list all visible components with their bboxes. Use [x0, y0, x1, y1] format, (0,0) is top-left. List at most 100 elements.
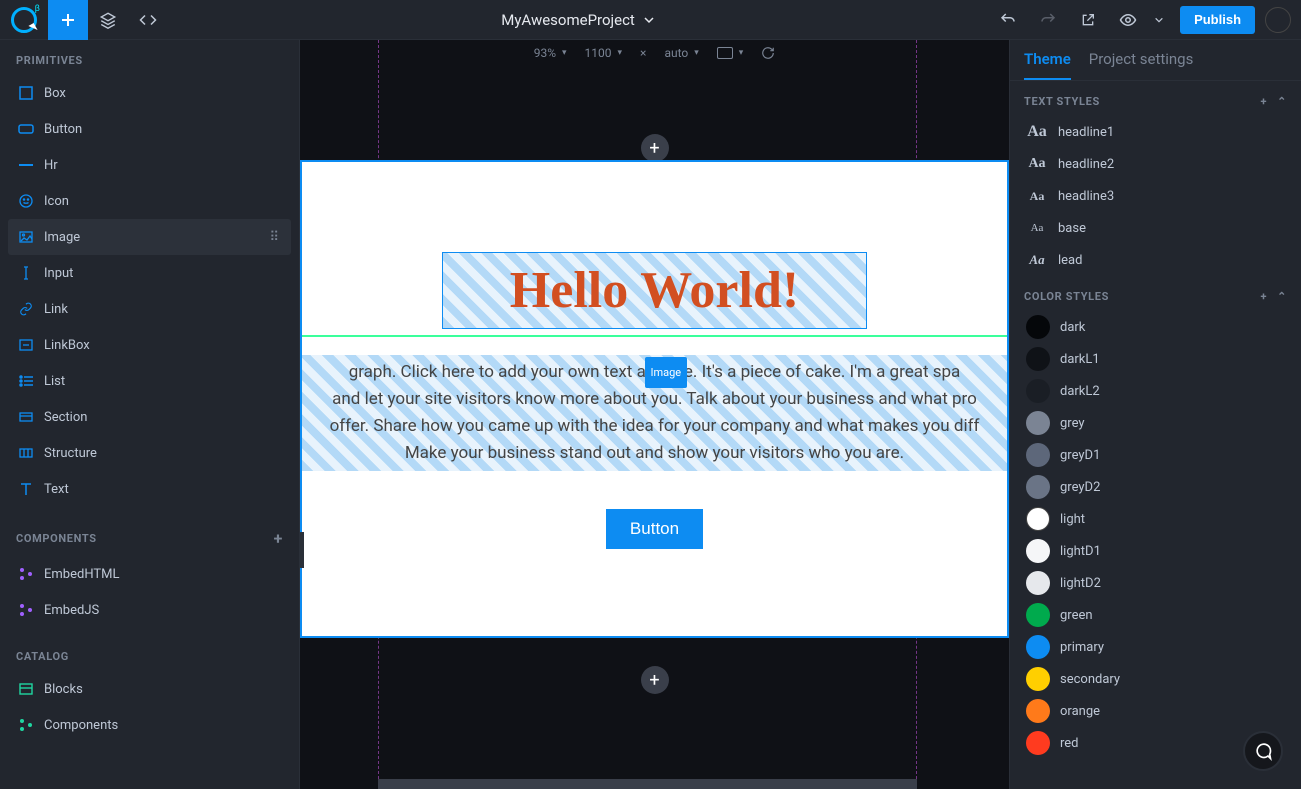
- color-style-darkL2[interactable]: darkL2: [1018, 375, 1293, 407]
- tab-theme[interactable]: Theme: [1024, 50, 1071, 80]
- image-icon: [18, 231, 34, 243]
- component-embedjs[interactable]: EmbedJS: [8, 592, 291, 628]
- publish-button[interactable]: Publish: [1180, 6, 1255, 34]
- paragraph-block[interactable]: Image graph. Click here to add your own …: [302, 355, 1007, 471]
- color-swatch: [1026, 347, 1050, 371]
- redo-button[interactable]: [1028, 0, 1068, 40]
- add-button[interactable]: [48, 0, 88, 40]
- add-text-style-button[interactable]: +: [1260, 95, 1267, 108]
- headline-block[interactable]: Hello World!: [442, 252, 867, 329]
- collapse-color-styles[interactable]: ⌃: [1277, 290, 1287, 303]
- height-control[interactable]: auto▾: [664, 46, 698, 60]
- primitive-label: Button: [44, 122, 82, 137]
- text-style-headline2[interactable]: Aaheadline2: [1018, 148, 1293, 180]
- open-external-button[interactable]: [1068, 0, 1108, 40]
- preview-dropdown[interactable]: [1148, 0, 1170, 40]
- eye-icon: [1119, 11, 1137, 29]
- logo[interactable]: β: [0, 0, 48, 40]
- catalog-label: Components: [44, 718, 118, 733]
- aa-icon: Aa: [1026, 189, 1048, 204]
- width-control[interactable]: 1100▾: [585, 46, 623, 60]
- primitive-hr[interactable]: Hr: [8, 147, 291, 183]
- color-swatch: [1026, 635, 1050, 659]
- zoom-control[interactable]: 93%▾: [534, 46, 567, 60]
- primitive-text[interactable]: Text: [8, 471, 291, 507]
- primitive-label: Structure: [44, 446, 97, 461]
- box-icon: [18, 86, 34, 100]
- text-styles-list: Aaheadline1 Aaheadline2 Aaheadline3 Aaba…: [1010, 116, 1301, 276]
- color-style-green[interactable]: green: [1018, 599, 1293, 631]
- collapse-text-styles[interactable]: ⌃: [1277, 95, 1287, 108]
- component-embedhtml[interactable]: EmbedHTML: [8, 556, 291, 592]
- color-style-secondary[interactable]: secondary: [1018, 663, 1293, 695]
- code-button[interactable]: [128, 0, 168, 40]
- text-style-label: base: [1058, 221, 1086, 236]
- canvas[interactable]: 93%▾ 1100▾ × auto▾ ▾ + ‹ Hello World! Im…: [300, 40, 1009, 789]
- add-section-bottom[interactable]: +: [641, 666, 669, 694]
- tab-project-settings[interactable]: Project settings: [1089, 50, 1194, 80]
- undo-button[interactable]: [988, 0, 1028, 40]
- chevron-down-icon: [1154, 15, 1164, 25]
- topbar: β MyAwesomeProject Publish: [0, 0, 1301, 40]
- primitive-list[interactable]: List: [8, 363, 291, 399]
- color-label: greyD1: [1060, 448, 1100, 463]
- text-style-base[interactable]: Aabase: [1018, 212, 1293, 244]
- reload-button[interactable]: [761, 46, 775, 60]
- text-style-headline1[interactable]: Aaheadline1: [1018, 116, 1293, 148]
- add-color-style-button[interactable]: +: [1260, 290, 1267, 303]
- help-button[interactable]: [1243, 731, 1283, 771]
- color-style-lightD1[interactable]: lightD1: [1018, 535, 1293, 567]
- layers-button[interactable]: [88, 0, 128, 40]
- primitive-button[interactable]: Button: [8, 111, 291, 147]
- nodes-icon: [18, 603, 34, 617]
- color-swatch: [1026, 315, 1050, 339]
- catalog-blocks[interactable]: Blocks: [8, 671, 291, 707]
- chat-icon: [1253, 741, 1273, 761]
- color-style-orange[interactable]: orange: [1018, 695, 1293, 727]
- primitive-icon[interactable]: Icon: [8, 183, 291, 219]
- canvas-button[interactable]: Button: [606, 509, 703, 549]
- color-style-greyD2[interactable]: greyD2: [1018, 471, 1293, 503]
- add-component-button[interactable]: +: [274, 529, 283, 548]
- color-style-grey[interactable]: grey: [1018, 407, 1293, 439]
- color-style-greyD1[interactable]: greyD1: [1018, 439, 1293, 471]
- text-style-label: headline3: [1058, 189, 1114, 204]
- project-name-dropdown[interactable]: MyAwesomeProject: [501, 11, 655, 29]
- avatar[interactable]: [1265, 7, 1291, 33]
- redo-icon: [1039, 11, 1057, 29]
- color-style-dark[interactable]: dark: [1018, 311, 1293, 343]
- layers-icon: [99, 11, 117, 29]
- text-style-label: headline2: [1058, 157, 1114, 172]
- nodes-icon: [18, 718, 34, 732]
- primitive-input[interactable]: Input: [8, 255, 291, 291]
- cursor-icon: [18, 266, 34, 280]
- color-style-primary[interactable]: primary: [1018, 631, 1293, 663]
- list-icon: [18, 375, 34, 387]
- add-section-top[interactable]: +: [641, 134, 669, 162]
- color-style-lightD2[interactable]: lightD2: [1018, 567, 1293, 599]
- canvas-page[interactable]: ‹ Hello World! Image graph. Click here t…: [300, 160, 1009, 638]
- project-name-label: MyAwesomeProject: [501, 11, 635, 29]
- text-styles-heading: TEXT STYLES + ⌃: [1010, 81, 1301, 116]
- code-icon: [139, 11, 157, 29]
- right-panel: Theme Project settings TEXT STYLES + ⌃ A…: [1009, 40, 1301, 789]
- button-icon: [18, 124, 34, 134]
- primitive-section[interactable]: Section: [8, 399, 291, 435]
- color-style-light[interactable]: light: [1018, 503, 1293, 535]
- primitive-structure[interactable]: Structure: [8, 435, 291, 471]
- primitive-link[interactable]: Link: [8, 291, 291, 327]
- canvas-scroll-thumb[interactable]: [378, 779, 917, 789]
- text-style-lead[interactable]: Aalead: [1018, 244, 1293, 276]
- primitive-linkbox[interactable]: LinkBox: [8, 327, 291, 363]
- text-style-headline3[interactable]: Aa headline3: [1018, 180, 1293, 212]
- primitive-image[interactable]: Image⠿: [8, 219, 291, 255]
- color-style-darkL1[interactable]: darkL1: [1018, 343, 1293, 375]
- primitive-box[interactable]: Box: [8, 75, 291, 111]
- preview-button[interactable]: [1108, 0, 1148, 40]
- primitive-label: Text: [44, 482, 69, 497]
- color-label: greyD2: [1060, 480, 1100, 495]
- aa-icon: Aa: [1026, 222, 1048, 234]
- device-control[interactable]: ▾: [717, 47, 744, 59]
- catalog-components[interactable]: Components: [8, 707, 291, 743]
- collapse-sidebar-handle[interactable]: ‹: [300, 532, 304, 568]
